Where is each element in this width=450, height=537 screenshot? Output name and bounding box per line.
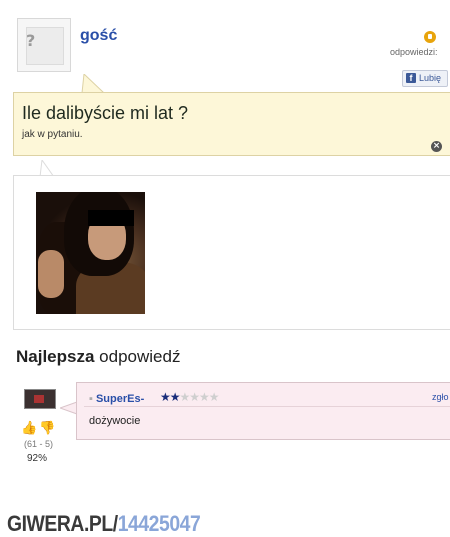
answer-author-name: SuperEs-: [95, 393, 145, 405]
close-icon[interactable]: ×: [431, 141, 442, 152]
best-answer-heading-bold: Najlepsza: [16, 347, 95, 366]
avatar-glyph: ?: [26, 31, 35, 50]
question-title: Ile dalibyście mi lat ?: [22, 103, 189, 123]
report-link[interactable]: zgło: [432, 392, 449, 402]
vote-buttons: 👍 👎: [21, 421, 55, 436]
site-watermark: GIWERA.PL/14425047: [7, 511, 201, 537]
answer-text: dożywocie: [89, 415, 141, 427]
question-bubble-tail: [81, 74, 105, 94]
thumb-down-icon[interactable]: 👎: [39, 421, 55, 436]
thumb-up-icon[interactable]: 👍: [21, 421, 37, 436]
attached-photo[interactable]: [36, 192, 145, 314]
vote-count: (61 - 5): [24, 439, 54, 449]
answers-label: odpowiedzi:: [390, 47, 438, 57]
best-answer-heading-rest: odpowiedź: [99, 347, 181, 366]
facebook-like-button[interactable]: f Lubię: [402, 70, 448, 87]
rating-stars: ★★★★★★: [160, 390, 220, 404]
answer-box: [76, 382, 450, 440]
answers-count-icon: [424, 31, 436, 43]
best-answer-heading: Najlepsza odpowiedź: [16, 347, 180, 367]
question-author[interactable]: gość: [80, 27, 117, 45]
watermark-id: 14425047: [117, 511, 201, 536]
author-avatar[interactable]: ?: [17, 18, 71, 72]
watermark-brand: GIWERA.PL/: [7, 511, 118, 536]
like-label: Lubię: [419, 73, 442, 83]
rating-stars-empty: ★★★★: [179, 390, 220, 404]
vote-percent: 92%: [27, 453, 48, 464]
censor-bar: [88, 210, 134, 226]
rating-stars-filled: ★★: [160, 390, 180, 404]
answer-author-avatar[interactable]: [24, 389, 56, 409]
question-description: jak w pytaniu.: [22, 129, 83, 140]
facebook-icon: f: [406, 73, 416, 83]
question-box: [13, 92, 450, 156]
answer-divider: [84, 406, 450, 407]
answer-author[interactable]: ▪ SuperEs-: [89, 393, 144, 405]
